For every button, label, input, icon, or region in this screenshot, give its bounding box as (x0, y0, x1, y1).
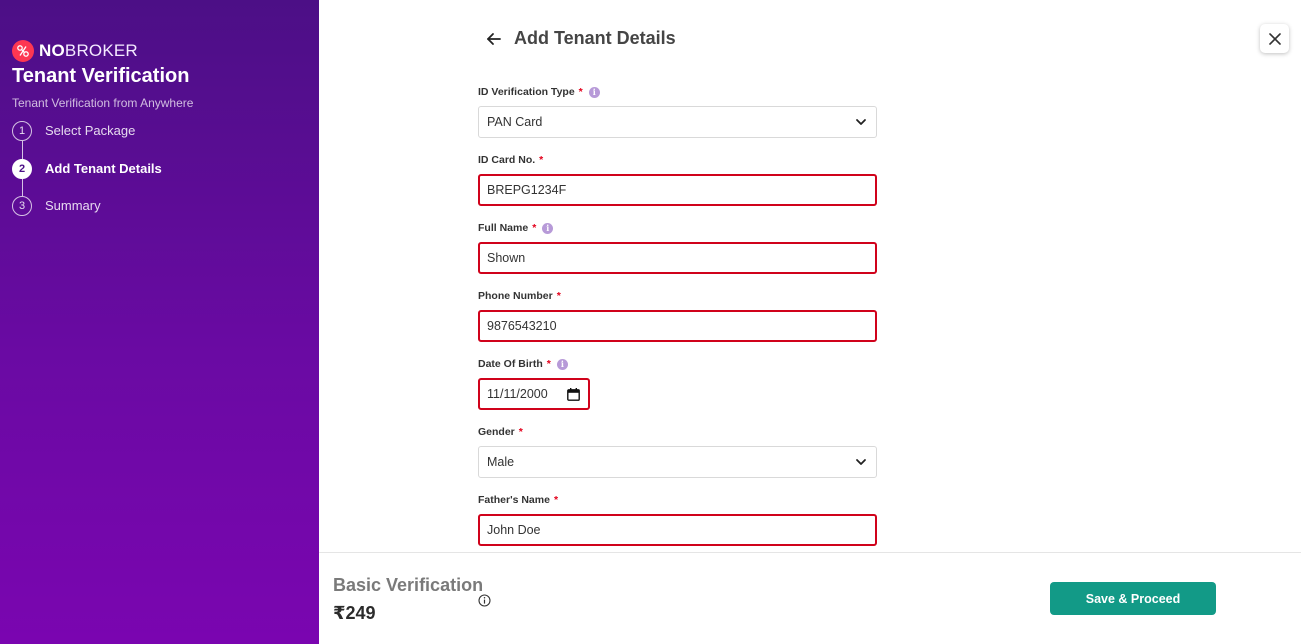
nobroker-logo-icon (12, 40, 34, 62)
chevron-down-icon (856, 119, 866, 125)
field-label: Phone Number (478, 290, 553, 302)
id-type-select[interactable]: PAN Card (478, 106, 877, 138)
step-connector (21, 141, 23, 159)
step-connector (21, 178, 23, 196)
chevron-down-icon (856, 459, 866, 465)
brand-name-rest: BROKER (64, 41, 138, 60)
brand-logo: NOBROKER (12, 40, 138, 62)
father-name-field: Father's Name * John Doe (478, 492, 878, 546)
field-label: Full Name (478, 222, 529, 234)
dob-field: Date Of Birth * i 11/11/2000 (478, 356, 878, 410)
father-name-input[interactable]: John Doe (478, 514, 877, 546)
full-name-input[interactable]: Shown (478, 242, 877, 274)
page-title: Add Tenant Details (514, 28, 676, 48)
step-summary[interactable]: 3 Summary (12, 196, 162, 234)
step-number: 3 (12, 196, 32, 216)
sidebar-title: Tenant Verification (12, 65, 190, 87)
sidebar: NOBROKER Tenant Verification Tenant Veri… (0, 0, 319, 644)
required-asterisk: * (546, 358, 551, 370)
info-icon[interactable]: i (588, 86, 600, 98)
id-card-field: ID Card No. * BREPG1234F (478, 152, 878, 206)
required-asterisk: * (539, 154, 544, 166)
required-asterisk: * (556, 290, 561, 302)
plan-price: ₹249 (333, 603, 376, 623)
full-name-field: Full Name * i Shown (478, 220, 878, 274)
required-asterisk: * (518, 426, 523, 438)
select-value: Male (487, 455, 515, 469)
required-asterisk: * (578, 86, 583, 98)
info-icon[interactable]: i (542, 222, 554, 234)
input-value: BREPG1234F (487, 183, 567, 197)
close-button[interactable] (1260, 24, 1289, 53)
calendar-icon[interactable] (567, 387, 580, 401)
step-label: Add Tenant Details (45, 160, 162, 176)
step-number: 2 (12, 158, 32, 179)
input-value: 9876543210 (487, 319, 557, 333)
main-panel: Add Tenant Details ID Verification Type … (319, 0, 1301, 644)
back-button[interactable] (485, 30, 503, 48)
step-label: Select Package (45, 123, 136, 138)
input-value: Shown (487, 251, 526, 265)
field-label: ID Verification Type (478, 86, 575, 98)
select-value: PAN Card (487, 115, 543, 129)
gender-select[interactable]: Male (478, 446, 877, 478)
required-asterisk: * (553, 494, 559, 506)
info-circle-icon[interactable] (478, 594, 491, 607)
field-label: Father's Name (478, 494, 550, 506)
step-select-package[interactable]: 1 Select Package (12, 121, 162, 159)
dob-input[interactable]: 11/11/2000 (478, 378, 590, 410)
step-list: 1 Select Package 2 Add Tenant Details 3 … (12, 121, 162, 234)
step-number: 1 (12, 121, 32, 141)
field-label: Date Of Birth (478, 358, 543, 370)
arrow-left-icon (487, 33, 501, 45)
step-add-tenant-details[interactable]: 2 Add Tenant Details (12, 158, 162, 196)
save-proceed-button[interactable]: Save & Proceed (1050, 582, 1216, 615)
sidebar-subtitle: Tenant Verification from Anywhere (12, 96, 194, 110)
close-icon (1268, 32, 1281, 45)
phone-field: Phone Number * 9876543210 (478, 288, 878, 342)
info-icon[interactable]: i (556, 358, 568, 370)
plan-name: Basic Verification (333, 575, 484, 595)
phone-input[interactable]: 9876543210 (478, 310, 877, 342)
id-type-field: ID Verification Type * i PAN Card (478, 84, 878, 138)
input-value: 11/11/2000 (487, 387, 548, 401)
field-label: ID Card No. (478, 154, 536, 166)
brand-name-bold: NO (39, 41, 65, 60)
gender-field: Gender * Male (478, 424, 878, 478)
footer-bar: Basic Verification ₹249 Save & Proceed (319, 552, 1301, 644)
id-card-input[interactable]: BREPG1234F (478, 174, 877, 206)
required-asterisk: * (532, 222, 537, 234)
field-label: Gender (478, 426, 515, 438)
input-value: John Doe (487, 523, 541, 537)
step-label: Summary (45, 198, 101, 213)
